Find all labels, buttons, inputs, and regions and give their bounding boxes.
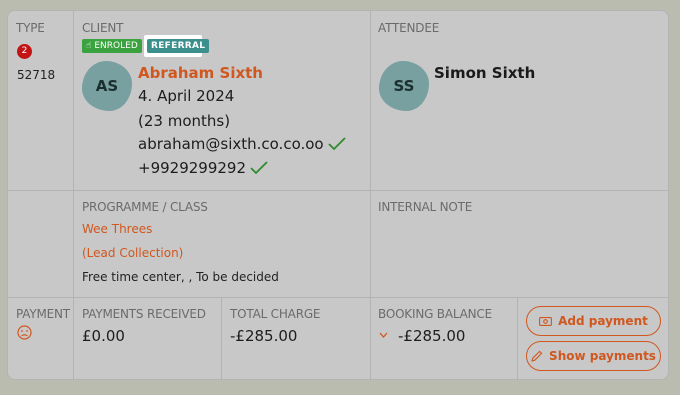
internal-note-label: INTERNAL NOTE: [378, 200, 473, 214]
client-email-row: abraham@sixth.co.co.oo: [138, 135, 346, 153]
class-name[interactable]: Wee Threes: [82, 222, 152, 236]
enroled-text: ENROLED: [94, 41, 138, 51]
reference-number: 52718: [17, 68, 56, 82]
divider: [221, 297, 222, 379]
divider: [8, 297, 668, 298]
referral-tag[interactable]: REFERRAL: [147, 39, 210, 53]
verified-check-icon: [327, 137, 346, 151]
client-email[interactable]: abraham@sixth.co.co.oo: [138, 135, 324, 153]
client-dob: 4. April 2024: [138, 87, 235, 105]
add-payment-label: Add payment: [558, 314, 648, 328]
class-location: Free time center, , To be decided: [82, 270, 279, 284]
divider: [73, 11, 74, 379]
add-payment-button[interactable]: Add payment: [526, 306, 661, 336]
count-badge: 2: [17, 44, 32, 59]
booking-balance-value: -£285.00: [398, 327, 466, 345]
payments-received-label: PAYMENTS RECEIVED: [82, 307, 206, 321]
hand-icon: ☝: [86, 41, 92, 51]
sad-face-icon: [17, 325, 32, 340]
client-label: CLIENT: [82, 21, 124, 35]
client-name[interactable]: Abraham Sixth: [138, 64, 263, 82]
type-label: TYPE: [16, 21, 45, 35]
attendee-name[interactable]: Simon Sixth: [434, 64, 535, 82]
booking-card: TYPE 2 52718 CLIENT ☝ ENROLED REFERRAL A…: [7, 10, 669, 380]
payments-received-value: £0.00: [82, 327, 125, 345]
attendee-avatar: SS: [379, 61, 429, 111]
enroled-tag: ☝ ENROLED: [82, 39, 142, 53]
booking-balance-label: BOOKING BALANCE: [378, 307, 492, 321]
pencil-icon: [531, 350, 543, 362]
verified-check-icon: [250, 161, 268, 175]
programme-label: PROGRAMME / CLASS: [82, 200, 208, 214]
total-charge-label: TOTAL CHARGE: [230, 307, 321, 321]
banknote-icon: [539, 316, 553, 326]
attendee-label: ATTENDEE: [378, 21, 440, 35]
client-phone-row: +9929299292: [138, 159, 268, 177]
client-avatar: AS: [82, 61, 132, 111]
chevron-down-icon[interactable]: [379, 332, 388, 339]
class-subtitle[interactable]: (Lead Collection): [82, 246, 183, 260]
client-phone[interactable]: +9929299292: [138, 159, 246, 177]
divider: [370, 11, 371, 379]
total-charge-value: -£285.00: [230, 327, 298, 345]
show-payments-button[interactable]: Show payments: [526, 341, 661, 371]
client-age: (23 months): [138, 112, 231, 130]
show-payments-label: Show payments: [549, 349, 656, 363]
divider: [8, 190, 668, 191]
divider: [517, 297, 518, 379]
payment-label: PAYMENT: [16, 307, 70, 321]
